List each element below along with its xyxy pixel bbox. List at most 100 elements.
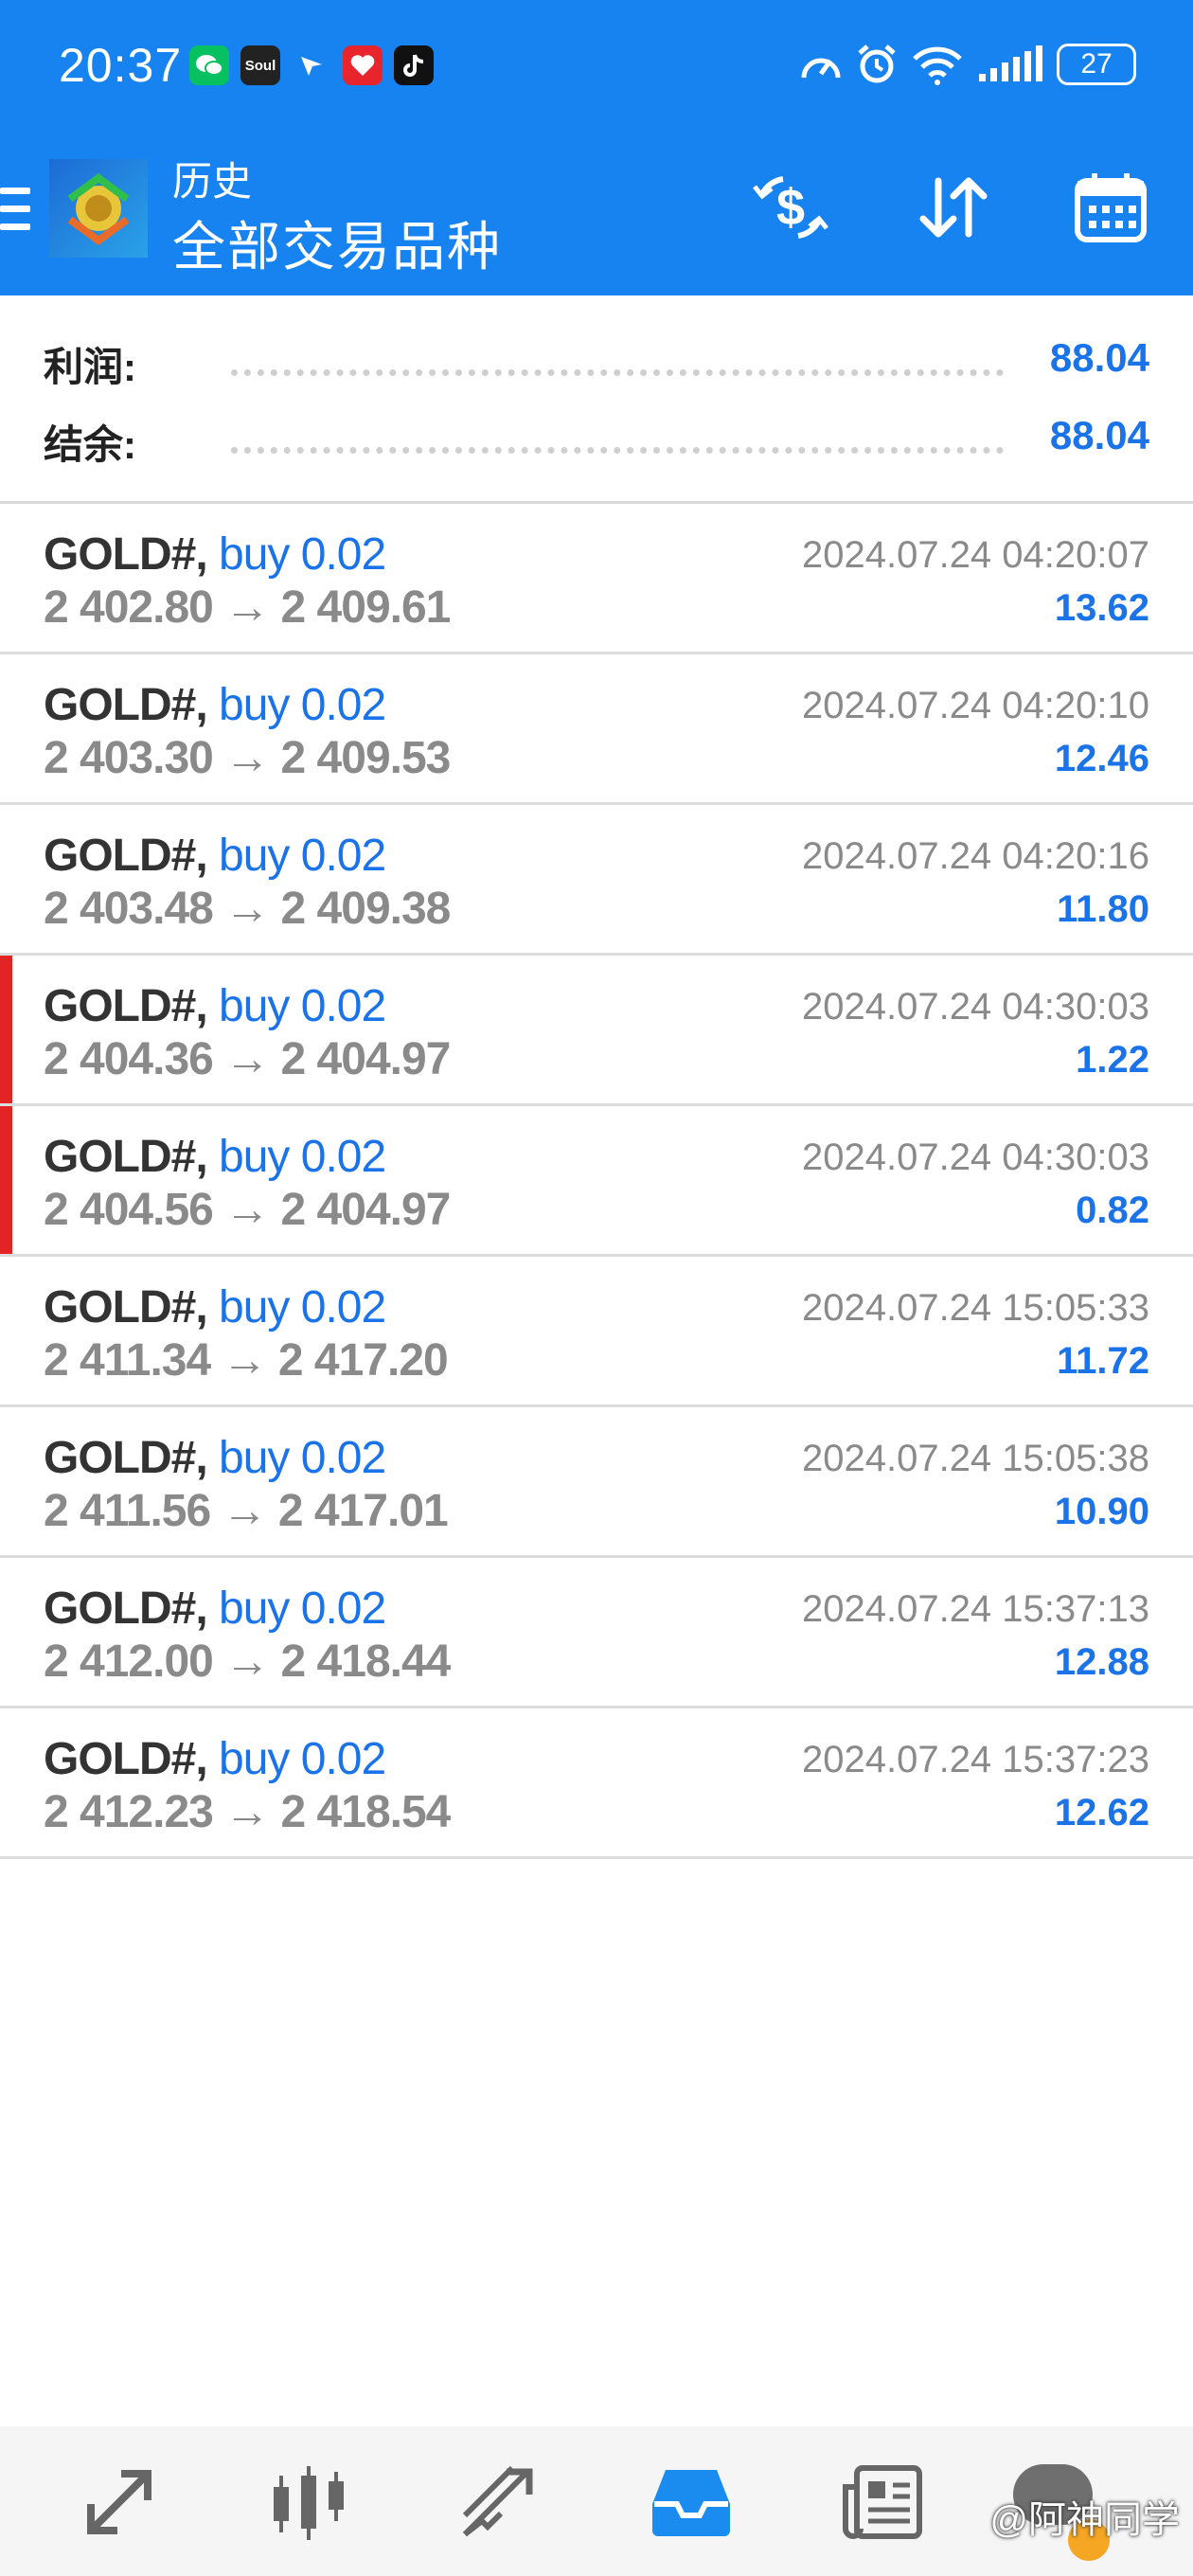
deal-profit: 11.72 [1057, 1340, 1149, 1382]
deal-side-volume: buy 0.02 [219, 831, 386, 881]
deal-profit: 12.46 [1054, 738, 1149, 779]
svg-text:$: $ [776, 179, 805, 236]
top-bar: 20:37 Soul 27 历史 全部交易品种 $ [0, 0, 1193, 295]
wechat-icon [189, 45, 229, 85]
history-inbox-icon[interactable] [644, 2455, 739, 2549]
news-icon[interactable] [835, 2455, 930, 2549]
deal-row[interactable]: GOLD#, buy 0.02 2 412.23 → 2 418.54 2024.0… [0, 1708, 1193, 1859]
deal-prices: 2 404.56 → 2 404.97 [44, 1185, 451, 1235]
deal-symbol: GOLD#, [44, 1132, 208, 1182]
deal-symbol-line: GOLD#, buy 0.02 [44, 1733, 386, 1785]
deal-row[interactable]: GOLD#, buy 0.02 2 411.34 → 2 417.20 2024.0… [0, 1257, 1193, 1407]
deal-profit: 11.80 [1057, 888, 1149, 930]
dotted-leader [231, 369, 1004, 376]
balance-value: 88.04 [1049, 413, 1149, 457]
deal-side-volume: buy 0.02 [219, 529, 386, 580]
deal-side-volume: buy 0.02 [219, 680, 386, 730]
history-summary: 利润: 88.04 结余: 88.04 [0, 295, 1193, 504]
deal-side-volume: buy 0.02 [219, 1583, 386, 1634]
deal-time: 2024.07.24 04:20:10 [801, 685, 1149, 726]
deal-side-volume: buy 0.02 [219, 1734, 386, 1784]
soul-icon: Soul [240, 45, 280, 85]
profit-value: 88.04 [1049, 335, 1149, 380]
deal-symbol: GOLD#, [44, 831, 208, 881]
header-title[interactable]: 全部交易品种 [172, 205, 502, 281]
deal-symbol-line: GOLD#, buy 0.02 [44, 528, 386, 581]
deal-time: 2024.07.24 15:05:38 [801, 1438, 1149, 1479]
deal-profit: 0.82 [1076, 1190, 1149, 1231]
deal-time: 2024.07.24 04:30:03 [801, 986, 1149, 1028]
deal-row[interactable]: GOLD#, buy 0.02 2 412.00 → 2 418.44 2024.0… [0, 1558, 1193, 1708]
deal-time: 2024.07.24 04:20:07 [801, 534, 1149, 576]
deal-symbol-line: GOLD#, buy 0.02 [44, 1131, 386, 1183]
currency-exchange-icon[interactable]: $ [746, 163, 835, 252]
speedometer-icon [801, 58, 841, 79]
deal-time: 2024.07.24 04:30:03 [801, 1136, 1149, 1178]
feishu-icon [292, 45, 331, 85]
deal-flag-marker [0, 956, 12, 1103]
deals-list: GOLD#, buy 0.02 2 402.80 → 2 409.61 2024.0… [0, 504, 1193, 1859]
deal-symbol: GOLD#, [44, 529, 208, 580]
deal-profit: 12.62 [1054, 1792, 1149, 1834]
deal-row[interactable]: GOLD#, buy 0.02 2 403.48 → 2 409.38 2024.0… [0, 805, 1193, 956]
watermark-text: @阿神同学 [989, 2499, 1180, 2541]
deal-profit: 12.88 [1054, 1641, 1149, 1683]
deal-symbol: GOLD#, [44, 981, 208, 1031]
deal-profit: 13.62 [1054, 587, 1149, 629]
deal-symbol-line: GOLD#, buy 0.02 [44, 1583, 386, 1635]
calendar-icon[interactable] [1066, 163, 1155, 252]
deal-symbol-line: GOLD#, buy 0.02 [44, 830, 386, 882]
deal-symbol: GOLD#, [44, 1583, 208, 1634]
deal-symbol: GOLD#, [44, 1282, 208, 1333]
metatrader-logo-icon [49, 159, 148, 258]
header-subtitle: 历史 [172, 159, 253, 204]
deal-prices: 2 404.36 → 2 404.97 [44, 1034, 451, 1084]
trade-icon[interactable] [453, 2455, 547, 2549]
deal-prices: 2 403.30 → 2 409.53 [44, 733, 451, 783]
deal-row[interactable]: GOLD#, buy 0.02 2 404.36 → 2 404.97 2024.0… [0, 956, 1193, 1106]
deal-time: 2024.07.24 15:37:23 [801, 1739, 1149, 1780]
deal-prices: 2 402.80 → 2 409.61 [44, 582, 451, 633]
deal-prices: 2 403.48 → 2 409.38 [44, 884, 451, 934]
deal-prices: 2 412.00 → 2 418.44 [44, 1637, 451, 1687]
deal-prices: 2 411.56 → 2 417.01 [44, 1486, 449, 1536]
deal-time: 2024.07.24 15:05:33 [801, 1287, 1149, 1329]
deal-flag-marker [0, 1106, 12, 1254]
bottom-navigation: @阿神同学 [0, 2426, 1193, 2576]
deal-symbol-line: GOLD#, buy 0.02 [44, 980, 386, 1032]
deal-side-volume: buy 0.02 [219, 981, 386, 1031]
balance-row: 结余: 88.04 [0, 413, 1193, 470]
tiktok-icon [394, 45, 434, 85]
system-icons: 27 [799, 44, 1136, 85]
deal-row[interactable]: GOLD#, buy 0.02 2 411.56 → 2 417.01 2024.0… [0, 1407, 1193, 1558]
deal-symbol: GOLD#, [44, 680, 208, 730]
deal-profit: 1.22 [1076, 1039, 1149, 1081]
balance-label: 结余: [44, 422, 136, 467]
deal-row[interactable]: GOLD#, buy 0.02 2 403.30 → 2 409.53 2024.0… [0, 654, 1193, 805]
deal-time: 2024.07.24 15:37:13 [801, 1588, 1149, 1630]
quotes-icon[interactable] [72, 2455, 167, 2549]
battery-icon: 27 [1057, 44, 1136, 85]
menu-icon[interactable] [0, 188, 30, 231]
sort-icon[interactable] [909, 163, 998, 252]
deal-row[interactable]: GOLD#, buy 0.02 2 404.56 → 2 404.97 2024.0… [0, 1106, 1193, 1257]
cellular-signal-icon [979, 45, 1042, 81]
profit-label: 利润: [44, 345, 136, 389]
deal-side-volume: buy 0.02 [219, 1433, 386, 1483]
status-bar: 20:37 Soul 27 [0, 0, 1193, 137]
deal-prices: 2 411.34 → 2 417.20 [44, 1335, 449, 1386]
deal-symbol-line: GOLD#, buy 0.02 [44, 679, 386, 731]
alarm-icon [858, 45, 896, 83]
profit-row: 利润: 88.04 [0, 335, 1193, 392]
deal-side-volume: buy 0.02 [219, 1282, 386, 1333]
deal-time: 2024.07.24 04:20:16 [801, 835, 1149, 877]
dotted-leader [231, 447, 1004, 454]
heart-app-icon [343, 45, 383, 85]
deal-side-volume: buy 0.02 [219, 1132, 386, 1182]
deal-symbol: GOLD#, [44, 1734, 208, 1784]
deal-symbol-line: GOLD#, buy 0.02 [44, 1281, 386, 1333]
deal-row[interactable]: GOLD#, buy 0.02 2 402.80 → 2 409.61 2024.0… [0, 504, 1193, 654]
chart-candles-icon[interactable] [261, 2455, 356, 2549]
deal-symbol: GOLD#, [44, 1433, 208, 1483]
wifi-6-icon [913, 46, 962, 85]
